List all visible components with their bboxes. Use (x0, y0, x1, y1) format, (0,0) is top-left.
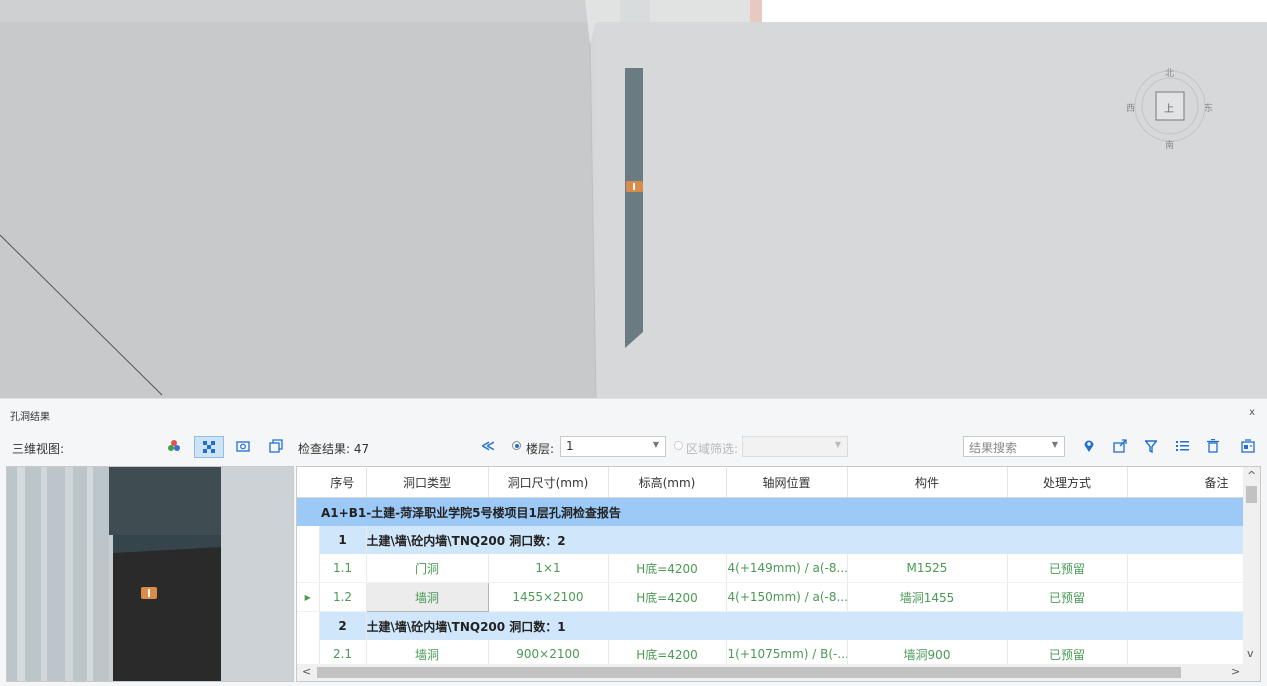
cell-note (1127, 554, 1244, 583)
compass-east: 东 (1204, 104, 1214, 114)
category-index: 1 (319, 526, 367, 554)
chevron-down-icon: ▼ (834, 440, 841, 449)
results-grid: 序号 洞口类型 洞口尺寸(mm) 标高(mm) 轴网位置 构件 处理方式 备注 … (297, 467, 1244, 677)
floor-select-value: 1 (566, 439, 574, 453)
header-note[interactable]: 备注 (1127, 467, 1244, 498)
collapse-icon[interactable]: ≪ (478, 436, 498, 456)
wall-opening[interactable] (625, 68, 643, 348)
category-title: 土建\墙\砼内墙\TNQ200 洞口数：2 (366, 526, 1244, 554)
report-group-row[interactable]: A1+B1-土建-菏泽职业学院5号楼项目1层孔洞检查报告 (297, 497, 1244, 526)
vertical-scrollbar[interactable]: ^ v (1243, 467, 1260, 665)
list-icon[interactable] (1172, 436, 1192, 456)
area-label: 区域筛选: (686, 442, 739, 456)
category-row[interactable]: 2 土建\墙\砼内墙\TNQ200 洞口数：1 (297, 611, 1244, 640)
area-radio[interactable] (674, 441, 683, 450)
filter-icon[interactable] (1141, 436, 1161, 456)
results-table[interactable]: 序号 洞口类型 洞口尺寸(mm) 标高(mm) 轴网位置 构件 处理方式 备注 … (296, 466, 1261, 682)
header-indicator (297, 467, 319, 498)
color-icon[interactable] (164, 436, 184, 456)
cell-method: 已预留 (1007, 582, 1128, 612)
header-elevation[interactable]: 标高(mm) (608, 467, 727, 498)
scatter-icon[interactable] (194, 436, 224, 458)
view-label: 三维视图: (12, 442, 65, 456)
search-combo[interactable]: 结果搜索 ▼ (963, 436, 1065, 457)
result-count: 检查结果: 47 (298, 442, 370, 456)
vertical-scroll-thumb[interactable] (1246, 486, 1257, 503)
thumbnail-3d-view[interactable] (6, 466, 294, 682)
cell-no: 1.2 (319, 582, 367, 612)
scroll-right-icon[interactable]: > (1231, 665, 1240, 678)
cell-size: 1455×2100 (488, 582, 609, 612)
floor-select[interactable]: 1 ▼ (560, 436, 666, 457)
chevron-down-icon: ▼ (1051, 440, 1058, 449)
chevron-down-icon: ▼ (652, 440, 659, 449)
cell-axis: 4(+149mm) / a(-8... (726, 554, 848, 583)
scroll-down-icon[interactable]: v (1247, 647, 1254, 660)
area-select: ▼ (742, 436, 848, 457)
toolbar: 三维视图: 检查结果: 47 ≪ 楼层: 1 ▼ 区域筛选: ▼ 结果搜索 ▼ (0, 434, 1267, 460)
header-type[interactable]: 洞口类型 (366, 467, 489, 498)
scroll-left-icon[interactable]: < (302, 665, 311, 678)
category-index: 2 (319, 611, 367, 640)
cell-component: 墙洞1455 (847, 582, 1008, 612)
header-method[interactable]: 处理方式 (1007, 467, 1128, 498)
row-pointer-icon: ▶ (297, 582, 320, 612)
cell-axis: 4(+150mm) / a(-8... (726, 582, 848, 612)
header-component[interactable]: 构件 (847, 467, 1008, 498)
box-view-icon[interactable] (266, 436, 286, 456)
cell-elevation: H底=4200 (608, 554, 727, 583)
cell-type: 门洞 (366, 554, 489, 583)
hole-results-panel: 孔洞结果 x 三维视图: 检查结果: 47 ≪ 楼层: 1 ▼ 区域筛选: ▼ (0, 398, 1267, 686)
panel-title: 孔洞结果 (10, 412, 50, 423)
header-size[interactable]: 洞口尺寸(mm) (488, 467, 609, 498)
cell-no: 1.1 (319, 554, 367, 583)
table-row-selected[interactable]: ▶ 1.2 墙洞 1455×2100 H底=4200 4(+150mm) / a… (297, 582, 1244, 612)
category-row[interactable]: 1 土建\墙\砼内墙\TNQ200 洞口数：2 (297, 526, 1244, 554)
floor-radio[interactable] (512, 441, 521, 450)
cell-note (1127, 582, 1244, 612)
compass-west: 西 (1126, 104, 1136, 114)
compass-south: 南 (1165, 141, 1175, 151)
search-placeholder: 结果搜索 (969, 441, 1018, 455)
horizontal-scrollbar[interactable]: < > (297, 664, 1260, 681)
cell-type[interactable]: 墙洞 (365, 582, 489, 612)
3d-scene (0, 0, 1267, 398)
locate-icon[interactable] (1079, 436, 1099, 456)
opening-preview (113, 535, 221, 681)
table-header-row: 序号 洞口类型 洞口尺寸(mm) 标高(mm) 轴网位置 构件 处理方式 备注 (297, 467, 1244, 498)
header-no[interactable]: 序号 (319, 467, 367, 498)
cell-method: 已预留 (1007, 554, 1128, 583)
cell-component: M1525 (847, 554, 1008, 583)
3d-viewport[interactable]: 北 南 东 西 上 (0, 0, 1267, 398)
report-title: A1+B1-土建-菏泽职业学院5号楼项目1层孔洞检查报告 (297, 497, 1244, 526)
header-axis[interactable]: 轴网位置 (726, 467, 848, 498)
view-compass[interactable]: 北 南 东 西 上 (1126, 68, 1213, 151)
close-button[interactable]: x (1249, 407, 1255, 418)
export-icon[interactable] (1110, 436, 1130, 456)
compass-north: 北 (1165, 69, 1175, 79)
clear-icon[interactable] (1203, 436, 1223, 456)
compass-top-face[interactable]: 上 (1164, 100, 1174, 115)
category-title: 土建\墙\砼内墙\TNQ200 洞口数：1 (366, 611, 1244, 640)
floor-label: 楼层: (526, 442, 555, 456)
table-row[interactable]: 1.1 门洞 1×1 H底=4200 4(+149mm) / a(-8... M… (297, 554, 1244, 583)
cell-size: 1×1 (488, 554, 609, 583)
report-icon[interactable] (1238, 436, 1258, 456)
cell-elevation: H底=4200 (608, 582, 727, 612)
scroll-up-icon[interactable]: ^ (1247, 469, 1256, 482)
left-wall (0, 0, 596, 398)
horizontal-scroll-thumb[interactable] (317, 667, 1181, 678)
camera-icon[interactable] (233, 436, 253, 456)
